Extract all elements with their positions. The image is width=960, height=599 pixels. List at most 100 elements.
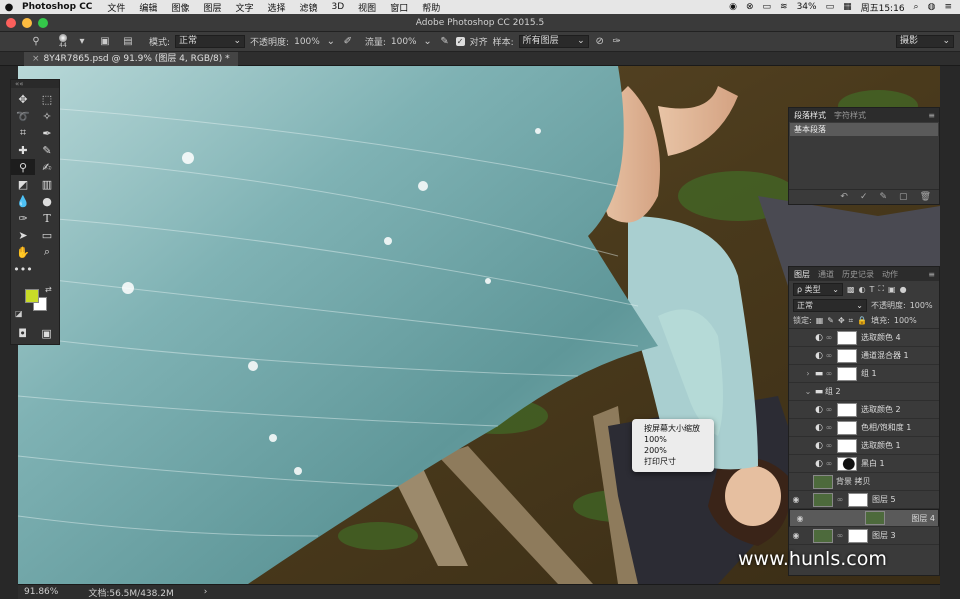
filter-toggle-icon[interactable]: ● [900, 285, 907, 294]
close-window-icon[interactable] [6, 18, 16, 28]
lock-position-icon[interactable]: ✥ [838, 316, 845, 325]
layer-row[interactable]: ◐ ∞ 选取颜色 4 [789, 329, 939, 347]
ignore-adjustment-icon[interactable]: ⊘ [594, 36, 606, 48]
toolbox-grip[interactable]: «« [11, 80, 59, 88]
quick-select-tool-icon[interactable]: ✧ [35, 108, 59, 124]
path-select-tool-icon[interactable]: ➤ [11, 227, 35, 243]
gradient-tool-icon[interactable]: ▥ [35, 176, 59, 192]
filter-type-icon[interactable]: T [870, 285, 875, 294]
dodge-tool-icon[interactable]: ● [35, 193, 59, 209]
layer-row[interactable]: ◐ ∞ 通道混合器 1 [789, 347, 939, 365]
filter-shape-icon[interactable]: ⛶ [878, 284, 884, 294]
menu-item-200[interactable]: 200% [644, 445, 714, 456]
visibility-eye-icon[interactable]: ◉ [789, 531, 803, 540]
layer-opacity-value[interactable]: 100% [910, 301, 933, 310]
tab-character-styles[interactable]: 字符样式 [834, 110, 866, 121]
layer-mask-thumbnail[interactable] [848, 528, 868, 543]
layer-thumbnail[interactable] [864, 511, 885, 525]
history-brush-tool-icon[interactable]: ✍ [35, 159, 59, 175]
layer-row[interactable]: ⌄ ▬ 组 2 [789, 383, 939, 401]
align-checkbox[interactable]: ✓ [455, 37, 465, 46]
crop-tool-icon[interactable]: ⌗ [11, 125, 35, 141]
group-toggle-icon[interactable]: ⌄ [803, 387, 813, 396]
fill-value[interactable]: 100% [894, 316, 917, 325]
minimize-window-icon[interactable] [22, 18, 32, 28]
layer-mask-thumbnail[interactable] [837, 456, 857, 471]
mask-link-icon[interactable]: ∞ [825, 441, 833, 450]
layer-row[interactable]: ◐ ∞ 选取颜色 1 [789, 437, 939, 455]
color-swatches[interactable]: ⇄ ◪ [11, 283, 59, 323]
tab-actions[interactable]: 动作 [882, 269, 898, 280]
visibility-eye-icon[interactable]: ◉ [793, 513, 807, 524]
mask-link-icon[interactable]: ∞ [825, 369, 833, 378]
mode-select[interactable]: 正常 ⌄ [175, 35, 246, 48]
more-tools-icon[interactable]: ••• [11, 261, 35, 277]
close-tab-icon[interactable]: × [32, 54, 40, 64]
record-icon[interactable]: ◉ [729, 2, 737, 12]
filter-pixel-icon[interactable]: ▩ [847, 285, 855, 294]
marquee-tool-icon[interactable]: ⬚ [35, 91, 59, 107]
menu-image[interactable]: 图像 [164, 1, 196, 14]
document-tab[interactable]: × 8Y4R7865.psd @ 91.9% (图层 4, RGB/8) * [24, 52, 238, 66]
flag-icon[interactable]: ▦ [843, 2, 852, 12]
eyedropper-tool-icon[interactable]: ✒ [35, 125, 59, 141]
layer-thumbnail[interactable] [813, 528, 833, 543]
tab-channels[interactable]: 通道 [818, 269, 834, 280]
layer-mask-thumbnail[interactable] [837, 366, 857, 381]
brush-tool-icon[interactable]: ✎ [35, 142, 59, 158]
layer-mask-thumbnail[interactable] [837, 348, 857, 363]
airbrush-icon[interactable]: ✎ [439, 36, 451, 48]
layer-mask-thumbnail[interactable] [837, 402, 857, 417]
panel-menu-icon[interactable]: ≡ [928, 111, 935, 120]
status-menu-arrow[interactable]: › [204, 587, 208, 597]
eraser-tool-icon[interactable]: ◩ [11, 176, 35, 192]
chevron-down-icon[interactable]: ⌄ [422, 36, 434, 48]
layer-mask-thumbnail[interactable] [848, 492, 868, 507]
blend-mode-select[interactable]: 正常 ⌄ [793, 298, 867, 312]
clock[interactable]: 周五15:16 [861, 1, 905, 14]
sync-icon[interactable]: ⊗ [746, 2, 754, 12]
edit-style-icon[interactable]: ✎ [880, 192, 888, 202]
apple-icon[interactable]: ● [0, 2, 18, 13]
menu-list-icon[interactable]: ≡ [944, 2, 952, 12]
mask-link-icon[interactable]: ∞ [836, 495, 844, 504]
chevron-down-icon[interactable]: ⌄ [325, 36, 337, 48]
layer-row[interactable]: ◐ ∞ 选取颜色 2 [789, 401, 939, 419]
pressure-size-icon[interactable]: ✑ [611, 36, 623, 48]
menu-item-fit-screen[interactable]: 按屏幕大小缩放 [644, 423, 714, 434]
shape-tool-icon[interactable]: ▭ [35, 227, 59, 243]
pressure-opacity-icon[interactable]: ✐ [342, 36, 354, 48]
menu-view[interactable]: 视图 [351, 1, 383, 14]
layer-mask-thumbnail[interactable] [837, 330, 857, 345]
lock-artboard-icon[interactable]: ⌗ [849, 316, 854, 326]
brush-panel-toggle-icon[interactable]: ▾ [76, 36, 88, 48]
mask-link-icon[interactable]: ∞ [825, 333, 833, 342]
redefine-style-icon[interactable]: ✓ [860, 192, 868, 202]
airplay-icon[interactable]: ▭ [763, 2, 772, 12]
menu-type[interactable]: 文字 [228, 1, 260, 14]
workspace-select[interactable]: 摄影 ⌄ [896, 35, 954, 48]
layer-thumbnail[interactable] [813, 492, 833, 507]
layer-row[interactable]: ◉ 图层 4 [789, 509, 939, 527]
visibility-eye-icon[interactable]: ◉ [789, 495, 803, 504]
menu-filter[interactable]: 滤镜 [293, 1, 325, 14]
menu-edit[interactable]: 编辑 [132, 1, 164, 14]
sample-select[interactable]: 所有图层 ⌄ [518, 35, 589, 48]
menu-file[interactable]: 文件 [100, 1, 132, 14]
siri-icon[interactable]: ◍ [928, 2, 936, 12]
new-style-icon[interactable]: ▢ [899, 192, 908, 202]
delete-style-icon[interactable]: 🗑 [920, 192, 931, 202]
layer-mask-thumbnail[interactable] [837, 438, 857, 453]
mask-link-icon[interactable]: ∞ [825, 423, 833, 432]
menu-help[interactable]: 帮助 [415, 1, 447, 14]
group-toggle-icon[interactable]: › [803, 369, 813, 378]
brush-settings-icon[interactable]: ▤ [122, 36, 134, 48]
move-tool-icon[interactable]: ✥ [11, 91, 35, 107]
menu-layer[interactable]: 图层 [196, 1, 228, 14]
lock-pixels-icon[interactable]: ✎ [827, 316, 834, 325]
clear-override-icon[interactable]: ↶ [840, 192, 848, 202]
zoom-window-icon[interactable] [38, 18, 48, 28]
healing-brush-tool-icon[interactable]: ✚ [11, 142, 35, 158]
filter-smart-object-icon[interactable]: ▣ [888, 285, 896, 294]
lock-transparent-icon[interactable]: ▦ [816, 316, 824, 325]
